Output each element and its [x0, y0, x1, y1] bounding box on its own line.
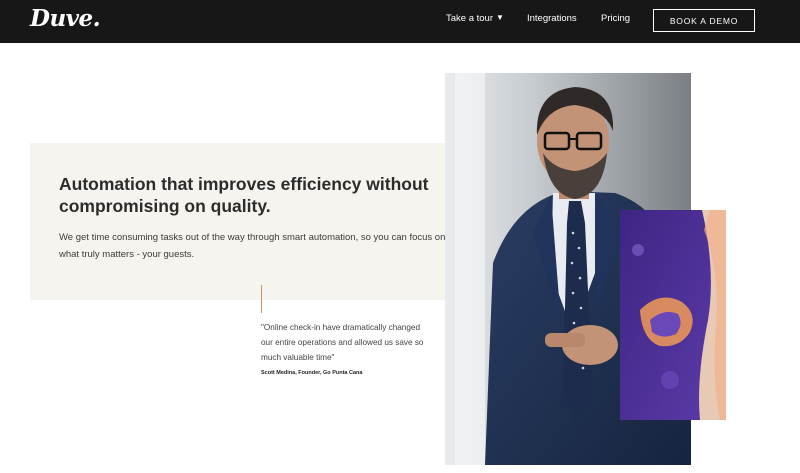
hero-card: Automation that improves efficiency with…: [30, 143, 469, 300]
nav-take-a-tour[interactable]: Take a tour ▼: [446, 13, 504, 24]
nav-take-a-tour-label: Take a tour: [446, 13, 493, 24]
hero-title: Automation that improves efficiency with…: [59, 174, 429, 216]
abstract-art-overlay: [620, 210, 726, 420]
testimonial-quote: "Online check-in have dramatically chang…: [261, 323, 424, 362]
hero-description: We get time consuming tasks out of the w…: [59, 232, 446, 260]
nav-integrations[interactable]: Integrations: [527, 13, 577, 24]
nav-pricing[interactable]: Pricing: [601, 13, 630, 24]
testimonial-author: Scott Medina, Founder, Go Punta Cana: [261, 370, 363, 376]
chevron-down-icon: ▼: [496, 13, 504, 22]
top-navbar: Duve. Take a tour ▼ Integrations Pricing …: [0, 0, 800, 43]
brand-logo[interactable]: Duve.: [30, 5, 101, 32]
quote-accent-line: [261, 285, 262, 313]
book-demo-button[interactable]: BOOK A DEMO: [653, 9, 755, 32]
